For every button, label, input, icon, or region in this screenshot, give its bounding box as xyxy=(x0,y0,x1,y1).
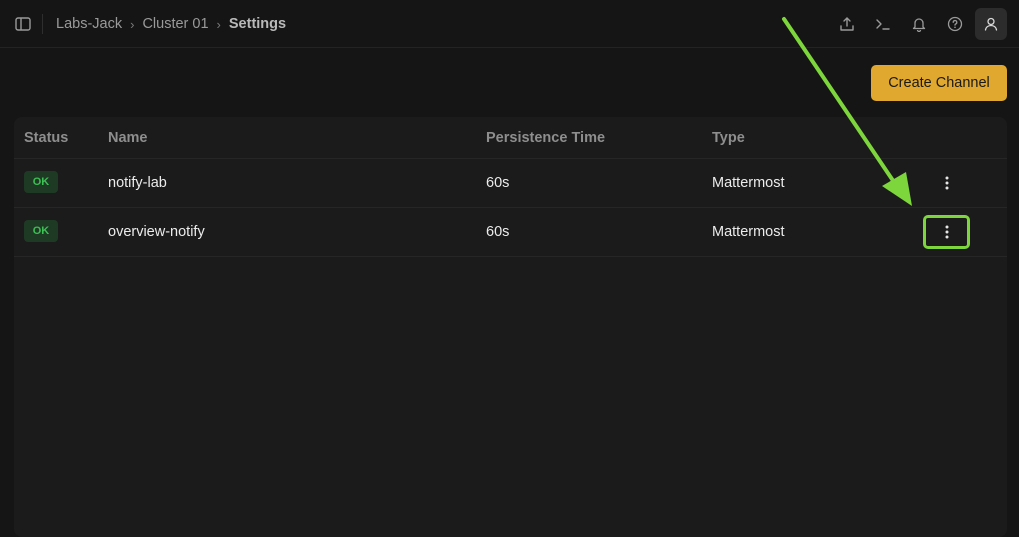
row-actions-button[interactable] xyxy=(925,168,969,198)
column-header-type[interactable]: Type xyxy=(712,130,745,146)
upload-icon[interactable] xyxy=(831,8,863,40)
bell-icon[interactable] xyxy=(903,8,935,40)
breadcrumb-item-cluster[interactable]: Cluster 01 xyxy=(142,16,208,32)
chevron-right-icon: › xyxy=(130,16,135,32)
create-channel-button[interactable]: Create Channel xyxy=(871,65,1007,101)
channel-name: notify-lab xyxy=(108,175,167,191)
terminal-icon[interactable] xyxy=(867,8,899,40)
breadcrumb-current: Settings xyxy=(228,16,287,32)
help-icon[interactable] xyxy=(939,8,971,40)
topbar-divider xyxy=(42,14,43,34)
user-icon[interactable] xyxy=(975,8,1007,40)
column-header-persistence[interactable]: Persistence Time xyxy=(486,130,605,146)
row-actions-button[interactable] xyxy=(925,217,969,247)
status-badge: OK xyxy=(24,171,58,193)
more-vertical-icon xyxy=(945,176,949,190)
sidebar-toggle-icon[interactable] xyxy=(14,15,32,33)
breadcrumb-item-labs-jack[interactable]: Labs-Jack xyxy=(56,16,122,32)
more-vertical-icon xyxy=(945,225,949,239)
column-header-status: Status xyxy=(24,130,69,146)
channel-type: Mattermost xyxy=(712,224,785,240)
chevron-right-icon: › xyxy=(216,16,221,32)
header-divider xyxy=(14,158,1007,159)
breadcrumb: Labs-Jack › Cluster 01 › Settings xyxy=(56,0,286,48)
topbar-actions xyxy=(831,8,1007,40)
persistence-time: 60s xyxy=(486,224,510,240)
channel-type: Mattermost xyxy=(712,175,785,191)
status-badge: OK xyxy=(24,220,58,242)
column-header-name[interactable]: Name xyxy=(108,130,148,146)
channel-name: overview-notify xyxy=(108,224,205,240)
persistence-time: 60s xyxy=(486,175,510,191)
top-bar: Labs-Jack › Cluster 01 › Settings xyxy=(0,0,1019,48)
row-divider xyxy=(14,207,1007,208)
row-divider xyxy=(14,256,1007,257)
